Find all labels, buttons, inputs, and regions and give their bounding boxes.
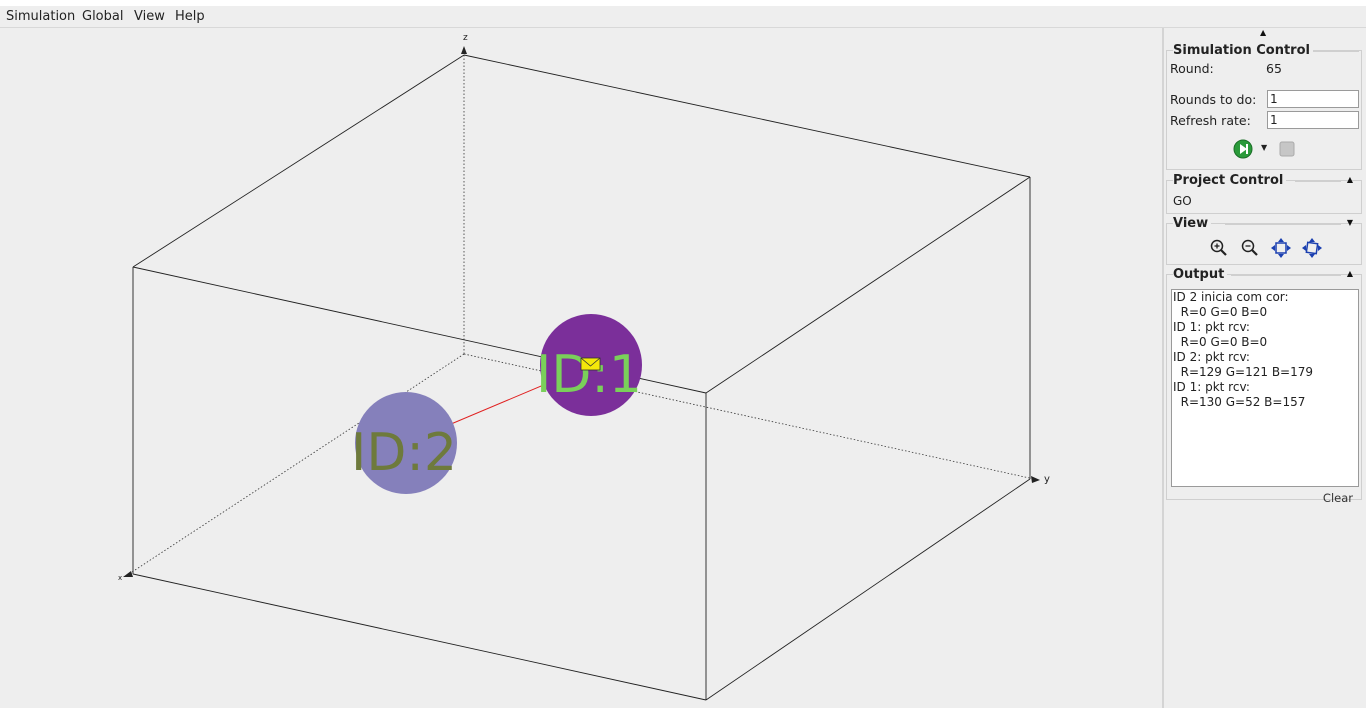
- output-line: R=130 G=52 B=157: [1173, 395, 1306, 409]
- box-edge: [705, 478, 1031, 701]
- envelope-icon[interactable]: [580, 357, 601, 371]
- menu-help[interactable]: Help: [175, 9, 205, 24]
- node-2-label: ID:2: [351, 423, 457, 483]
- box-edge: [463, 54, 1031, 178]
- zoom-out-icon[interactable]: [1240, 238, 1260, 258]
- node-2[interactable]: ID:2: [351, 392, 457, 494]
- zoom-fit-icon[interactable]: [1271, 238, 1291, 258]
- play-icon[interactable]: [1233, 139, 1253, 159]
- output-line: R=0 G=0 B=0: [1173, 335, 1268, 349]
- simulation-control-panel: Simulation Control Round: 65 Rounds to d…: [1166, 43, 1362, 170]
- simulation-control-title: Simulation Control: [1173, 43, 1313, 58]
- collapse-up-icon[interactable]: ▲: [1347, 269, 1353, 278]
- zoom-rotate-icon[interactable]: [1302, 238, 1322, 258]
- clear-button[interactable]: Clear: [1323, 491, 1353, 505]
- axis-x-arrow: [123, 571, 133, 577]
- axis-z-label: z: [463, 33, 468, 43]
- view-title: View: [1173, 216, 1212, 231]
- stop-icon[interactable]: [1277, 139, 1297, 159]
- axis-x-label: x: [118, 574, 122, 582]
- view-panel: View ▼: [1166, 216, 1362, 265]
- box-edge: [705, 176, 1031, 394]
- output-title: Output: [1173, 267, 1228, 282]
- output-line: ID 2 inicia com cor:: [1173, 290, 1289, 304]
- round-value: 65: [1266, 61, 1282, 76]
- output-line: ID 1: pkt rcv:: [1173, 320, 1250, 334]
- rounds-to-do-input[interactable]: 1: [1267, 90, 1359, 108]
- box-edge: [132, 573, 707, 701]
- canvas-svg[interactable]: z y x ID:2 ID:1: [0, 28, 1162, 708]
- box-edge: [132, 54, 465, 268]
- collapse-up-icon[interactable]: ▲: [1347, 175, 1353, 184]
- output-line: ID 2: pkt rcv:: [1173, 350, 1250, 364]
- output-line: R=129 G=121 B=179: [1173, 365, 1314, 379]
- chevron-down-icon[interactable]: ▼: [1261, 143, 1267, 152]
- output-line: ID 1: pkt rcv:: [1173, 380, 1250, 394]
- simulation-canvas[interactable]: z y x ID:2 ID:1: [0, 28, 1162, 708]
- project-control-title: Project Control: [1173, 173, 1287, 188]
- zoom-in-icon[interactable]: [1209, 238, 1229, 258]
- rounds-to-do-label: Rounds to do:: [1170, 92, 1257, 107]
- output-line: R=0 G=0 B=0: [1173, 305, 1268, 319]
- menu-view[interactable]: View: [134, 9, 165, 24]
- go-button[interactable]: GO: [1173, 194, 1192, 208]
- menu-bar: Simulation Global View Help: [0, 0, 1366, 28]
- output-panel: Output ▲ ID 2 inicia com cor: R=0 G=0 B=…: [1166, 267, 1362, 505]
- collapse-up-icon[interactable]: ▲: [1260, 28, 1266, 37]
- axis-y-arrow: [1031, 476, 1040, 483]
- control-panel: ▲ Simulation Control Round: 65 Rounds to…: [1164, 28, 1366, 708]
- axis-z-arrow: [461, 46, 467, 54]
- chevron-down-icon[interactable]: ▼: [1347, 218, 1353, 227]
- menu-simulation[interactable]: Simulation: [6, 9, 75, 24]
- round-label: Round:: [1170, 61, 1214, 76]
- refresh-rate-label: Refresh rate:: [1170, 113, 1251, 128]
- menu-global[interactable]: Global: [82, 9, 123, 24]
- refresh-rate-input[interactable]: 1: [1267, 111, 1359, 129]
- node-1-label: ID:1: [536, 345, 642, 405]
- axis-y-label: y: [1044, 474, 1050, 485]
- output-log[interactable]: ID 2 inicia com cor: R=0 G=0 B=0 ID 1: p…: [1171, 289, 1359, 487]
- project-control-panel: Project Control ▲ GO: [1166, 173, 1362, 214]
